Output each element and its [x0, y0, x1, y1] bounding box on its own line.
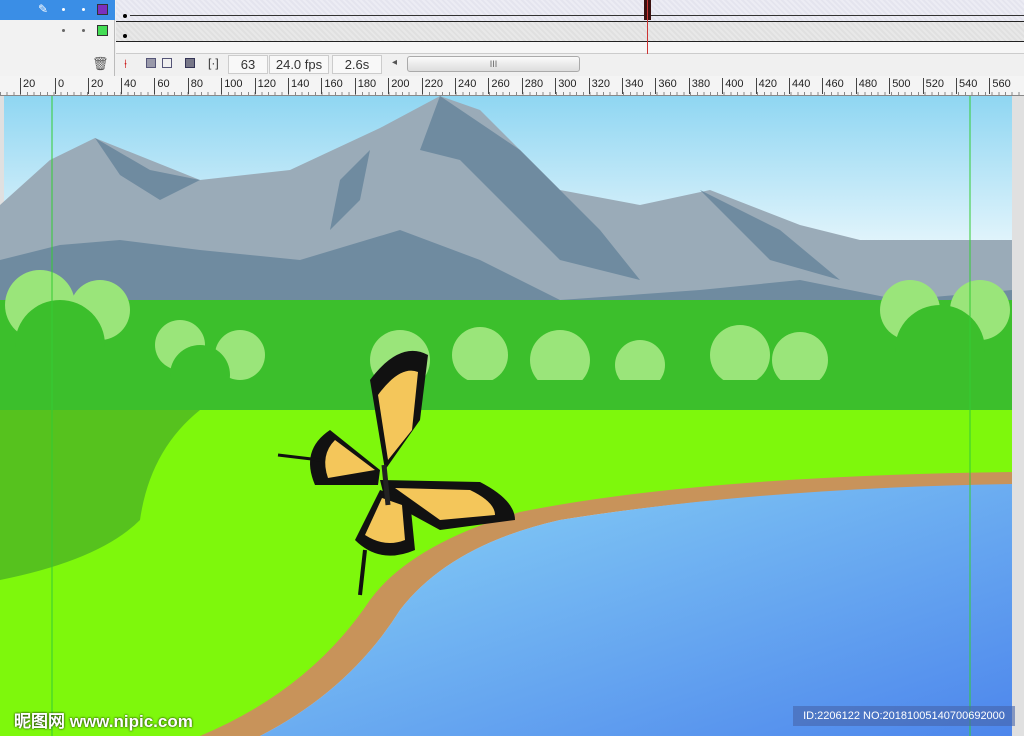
outline-color-swatch[interactable] — [97, 25, 108, 36]
elapsed-time: 2.6s — [332, 55, 382, 74]
ruler-label: 20 — [20, 78, 35, 94]
ruler-label: 540 — [956, 78, 977, 94]
ruler-label: 240 — [455, 78, 476, 94]
ruler-label: 380 — [688, 78, 710, 94]
horizontal-scrollbar[interactable]: III — [407, 56, 580, 72]
playhead-line — [647, 0, 648, 54]
ruler-label: 120 — [254, 78, 276, 94]
ruler-label: 60 — [154, 78, 170, 94]
horizontal-ruler: 20 0 20 40 60 80 100 120 140 160 180 200 220 240 260 28… — [0, 76, 1024, 96]
center-frame-icon[interactable]: ⍿ — [124, 57, 127, 72]
ruler-label: 460 — [822, 78, 844, 94]
ruler-label: 160 — [321, 78, 343, 94]
tween-line — [130, 15, 1024, 16]
onion-outline-icon[interactable] — [162, 58, 172, 68]
scroll-left-arrow-icon[interactable]: ◂ — [392, 57, 397, 68]
frames-area[interactable] — [116, 0, 1024, 54]
ruler-label: 300 — [555, 78, 577, 94]
keyframe-dot[interactable] — [123, 14, 127, 18]
ruler-label: 520 — [922, 78, 944, 94]
stage-canvas[interactable] — [0, 96, 1024, 736]
trash-icon[interactable]: 🗑 — [92, 56, 109, 72]
ruler-label: 20 — [88, 78, 103, 94]
ruler-label: 40 — [121, 78, 136, 94]
ruler-label: 560 — [989, 78, 1011, 94]
current-frame: 63 — [228, 55, 268, 74]
ruler-label: 340 — [622, 78, 643, 94]
frame-rate[interactable]: 24.0 fps — [269, 55, 329, 74]
onion-skin-icon[interactable] — [146, 58, 156, 68]
timeline-toolbar: ⍿ [·] 63 24.0 fps 2.6s ◂ III — [116, 54, 1024, 75]
ruler-label: 400 — [722, 78, 744, 94]
layer-row-2[interactable] — [0, 21, 115, 41]
visibility-dot[interactable] — [62, 8, 65, 11]
modify-markers-icon[interactable]: [·] — [208, 56, 219, 70]
ruler-label: 360 — [655, 78, 677, 94]
keyframe-dot[interactable] — [123, 34, 127, 38]
ruler-label: 180 — [354, 78, 376, 94]
scroll-grip: III — [489, 59, 498, 69]
visibility-dot[interactable] — [62, 29, 65, 32]
watermark-site: 昵图网 www.nipic.com — [14, 712, 193, 731]
edit-multiple-frames-icon[interactable] — [185, 58, 195, 68]
ruler-label: 100 — [221, 78, 243, 94]
ruler-label: 440 — [789, 78, 810, 94]
watermark-id: ID:2206122 NO:20181005140700692000 — [793, 706, 1015, 726]
ruler-label: 480 — [855, 78, 877, 94]
ruler-label: 280 — [521, 78, 543, 94]
outline-color-swatch[interactable] — [97, 4, 108, 15]
ruler-label: 80 — [187, 78, 203, 94]
ruler-label: 140 — [288, 78, 309, 94]
ruler-label: 420 — [755, 78, 777, 94]
pencil-icon: ✎ — [38, 2, 49, 16]
ruler-label: 260 — [488, 78, 510, 94]
lock-dot[interactable] — [82, 8, 85, 11]
layers-panel: ✎ 🗑 — [0, 0, 115, 76]
layer-row-1[interactable]: ✎ — [0, 0, 115, 20]
ruler-label: 200 — [388, 78, 410, 94]
lock-dot[interactable] — [82, 29, 85, 32]
ruler-label: 0 — [55, 78, 64, 94]
ruler-label: 220 — [421, 78, 443, 94]
ruler-label: 320 — [588, 78, 610, 94]
ruler-label: 500 — [889, 78, 911, 94]
